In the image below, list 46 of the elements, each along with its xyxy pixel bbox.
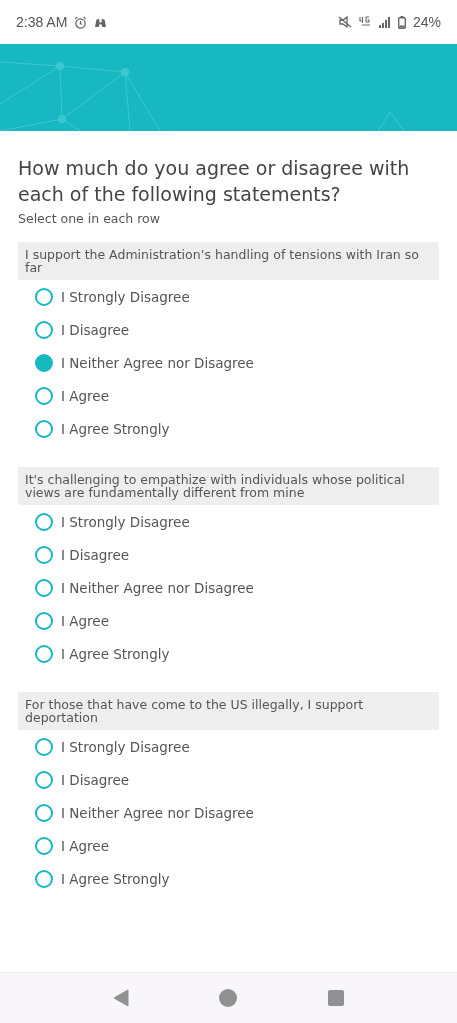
radio-button[interactable]	[35, 512, 53, 531]
radio-button[interactable]	[35, 320, 53, 339]
radio-button[interactable]	[35, 803, 53, 822]
option-label[interactable]: I Agree	[61, 612, 109, 629]
radio-button[interactable]	[35, 737, 53, 756]
option-label[interactable]: I Neither Agree nor Disagree	[61, 804, 254, 821]
radio-button[interactable]	[35, 644, 53, 663]
mute-icon	[337, 16, 352, 28]
statement-text: For those that have come to the US illegally, I support deportation	[18, 692, 439, 730]
option-label[interactable]: I Agree	[61, 387, 109, 404]
option-label[interactable]: I Agree Strongly	[61, 870, 170, 887]
option-label[interactable]: I Agree Strongly	[61, 645, 170, 662]
radio-button[interactable]	[35, 287, 53, 306]
option-label[interactable]: I Strongly Disagree	[61, 513, 190, 530]
back-icon[interactable]	[113, 989, 130, 1007]
radio-button[interactable]	[35, 836, 53, 855]
statement-text: It's challenging to empathize with individuals whose political views are fundamentally different from mine	[18, 467, 439, 505]
option-label[interactable]: I Agree	[61, 837, 109, 854]
home-icon[interactable]	[219, 989, 238, 1007]
radio-button[interactable]	[35, 419, 53, 438]
radio-button[interactable]	[35, 611, 53, 630]
radio-button[interactable]	[35, 353, 53, 372]
instruction-text: Select one in each row	[18, 211, 161, 226]
battery-percentage: 24%	[412, 14, 441, 30]
binoculars-icon	[94, 16, 108, 28]
option-label[interactable]: I Disagree	[61, 321, 130, 338]
radio-button[interactable]	[35, 545, 53, 564]
option-label[interactable]: I Disagree	[61, 771, 130, 788]
radio-button[interactable]	[35, 578, 53, 597]
battery-icon	[397, 15, 406, 29]
option-label[interactable]: I Neither Agree nor Disagree	[61, 579, 254, 596]
option-label[interactable]: I Strongly Disagree	[61, 738, 190, 755]
network-type-icon	[358, 16, 372, 28]
option-label[interactable]: I Neither Agree nor Disagree	[61, 354, 254, 371]
statement-text: I support the Administration’s handling of tensions with Iran so far	[18, 242, 439, 280]
recents-icon[interactable]	[327, 990, 344, 1006]
question-title: How much do you agree or disagree with each of the following statements?	[18, 156, 411, 207]
signal-icon	[378, 16, 391, 28]
option-label[interactable]: I Agree Strongly	[61, 420, 170, 437]
radio-button[interactable]	[35, 869, 53, 888]
alarm-clock-icon	[74, 15, 88, 29]
clock-time: 2:38 AM	[16, 14, 68, 30]
radio-button[interactable]	[35, 386, 53, 405]
option-label[interactable]: I Strongly Disagree	[61, 288, 190, 305]
option-label[interactable]: I Disagree	[61, 546, 130, 563]
radio-button[interactable]	[35, 770, 53, 789]
